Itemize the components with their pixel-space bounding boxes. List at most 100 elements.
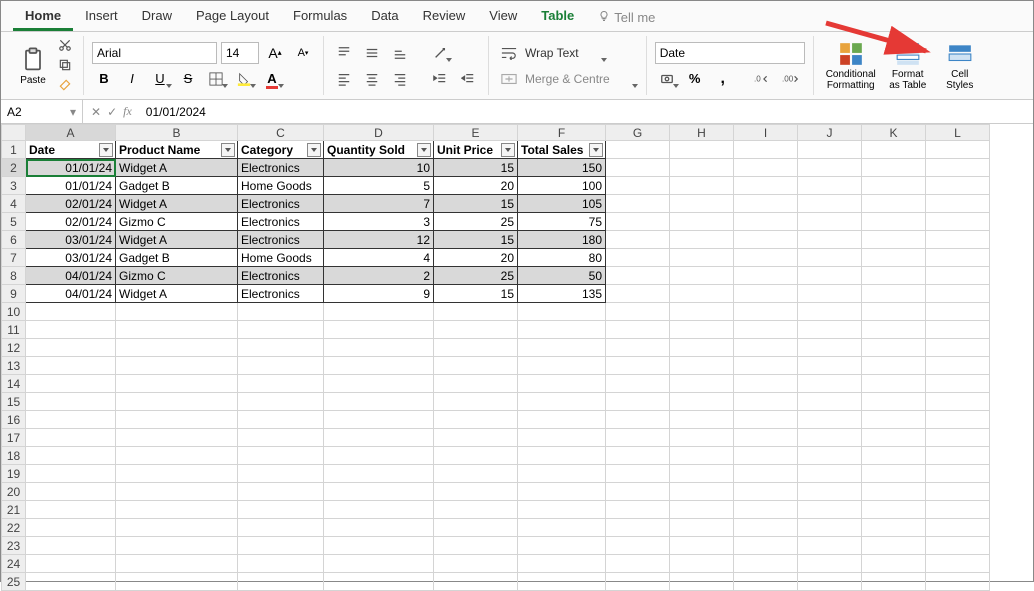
cell[interactable] — [926, 321, 990, 339]
cell[interactable] — [926, 429, 990, 447]
cell[interactable] — [116, 411, 238, 429]
number-format-select[interactable] — [655, 42, 805, 64]
cell[interactable] — [26, 429, 116, 447]
underline-button[interactable]: U — [148, 68, 172, 90]
cell[interactable]: Electronics — [238, 285, 324, 303]
cell[interactable] — [926, 231, 990, 249]
cell[interactable] — [670, 195, 734, 213]
cell[interactable] — [324, 339, 434, 357]
cell[interactable] — [862, 303, 926, 321]
cell[interactable] — [798, 429, 862, 447]
cell[interactable] — [798, 249, 862, 267]
cell[interactable] — [238, 411, 324, 429]
cell[interactable] — [324, 411, 434, 429]
cell[interactable] — [798, 483, 862, 501]
cell[interactable] — [606, 411, 670, 429]
cell[interactable] — [606, 465, 670, 483]
tab-draw[interactable]: Draw — [130, 3, 184, 31]
cell[interactable] — [434, 555, 518, 573]
column-header[interactable]: B — [116, 125, 238, 141]
cell[interactable] — [606, 267, 670, 285]
cell[interactable] — [518, 519, 606, 537]
format-painter-button[interactable] — [55, 76, 75, 94]
cell[interactable]: 12 — [324, 231, 434, 249]
cell[interactable]: 04/01/24 — [26, 267, 116, 285]
cell[interactable]: 15 — [434, 231, 518, 249]
cell[interactable] — [116, 447, 238, 465]
cell[interactable] — [116, 339, 238, 357]
cell[interactable] — [862, 411, 926, 429]
cell[interactable] — [670, 159, 734, 177]
fx-icon[interactable]: fx — [123, 104, 132, 119]
cell[interactable] — [670, 519, 734, 537]
row-header[interactable]: 1 — [2, 141, 26, 159]
cell[interactable] — [518, 429, 606, 447]
cell[interactable] — [734, 555, 798, 573]
cell[interactable] — [862, 357, 926, 375]
cell[interactable] — [734, 285, 798, 303]
tab-table[interactable]: Table — [529, 3, 586, 31]
cell[interactable] — [606, 159, 670, 177]
cell[interactable]: 100 — [518, 177, 606, 195]
cell[interactable] — [434, 393, 518, 411]
cell[interactable] — [670, 321, 734, 339]
cell[interactable] — [606, 357, 670, 375]
cell[interactable] — [116, 321, 238, 339]
merge-dropdown[interactable] — [614, 68, 638, 90]
cell[interactable] — [734, 393, 798, 411]
column-header[interactable]: D — [324, 125, 434, 141]
cell[interactable] — [798, 411, 862, 429]
cell[interactable] — [926, 501, 990, 519]
cell[interactable] — [518, 321, 606, 339]
cell[interactable]: Gadget B — [116, 177, 238, 195]
cell[interactable]: 5 — [324, 177, 434, 195]
tab-insert[interactable]: Insert — [73, 3, 130, 31]
row-header[interactable]: 18 — [2, 447, 26, 465]
cell[interactable]: 03/01/24 — [26, 231, 116, 249]
cell[interactable] — [238, 519, 324, 537]
cell[interactable] — [862, 501, 926, 519]
cell[interactable] — [606, 537, 670, 555]
row-header[interactable]: 16 — [2, 411, 26, 429]
cell[interactable] — [606, 501, 670, 519]
cell[interactable] — [606, 177, 670, 195]
cell[interactable] — [734, 267, 798, 285]
column-header[interactable]: A — [26, 125, 116, 141]
row-header[interactable]: 20 — [2, 483, 26, 501]
cell[interactable] — [862, 141, 926, 159]
cell[interactable]: 80 — [518, 249, 606, 267]
row-header[interactable]: 11 — [2, 321, 26, 339]
row-header[interactable]: 13 — [2, 357, 26, 375]
cell[interactable]: 50 — [518, 267, 606, 285]
cell[interactable] — [734, 141, 798, 159]
row-header[interactable]: 22 — [2, 519, 26, 537]
cell[interactable]: 2 — [324, 267, 434, 285]
column-header[interactable]: E — [434, 125, 518, 141]
format-as-table-button[interactable]: Format as Table — [884, 41, 932, 91]
tab-tell-me[interactable]: Tell me — [586, 3, 667, 31]
cell[interactable] — [116, 375, 238, 393]
tab-review[interactable]: Review — [411, 3, 478, 31]
cell[interactable] — [798, 321, 862, 339]
cell[interactable] — [606, 285, 670, 303]
cell[interactable] — [798, 303, 862, 321]
filter-dropdown-icon[interactable] — [307, 143, 321, 157]
cell[interactable] — [734, 537, 798, 555]
cell[interactable] — [926, 249, 990, 267]
cell[interactable] — [734, 375, 798, 393]
cell[interactable] — [734, 231, 798, 249]
cell[interactable] — [862, 519, 926, 537]
cut-button[interactable] — [55, 36, 75, 54]
cell[interactable] — [116, 357, 238, 375]
cell[interactable] — [734, 249, 798, 267]
cell[interactable] — [606, 141, 670, 159]
cell[interactable] — [238, 429, 324, 447]
cell[interactable]: Widget A — [116, 231, 238, 249]
cell[interactable] — [926, 447, 990, 465]
tab-page-layout[interactable]: Page Layout — [184, 3, 281, 31]
cell[interactable] — [26, 555, 116, 573]
cell[interactable] — [324, 555, 434, 573]
cell[interactable] — [116, 303, 238, 321]
row-header[interactable]: 9 — [2, 285, 26, 303]
cell[interactable] — [434, 465, 518, 483]
